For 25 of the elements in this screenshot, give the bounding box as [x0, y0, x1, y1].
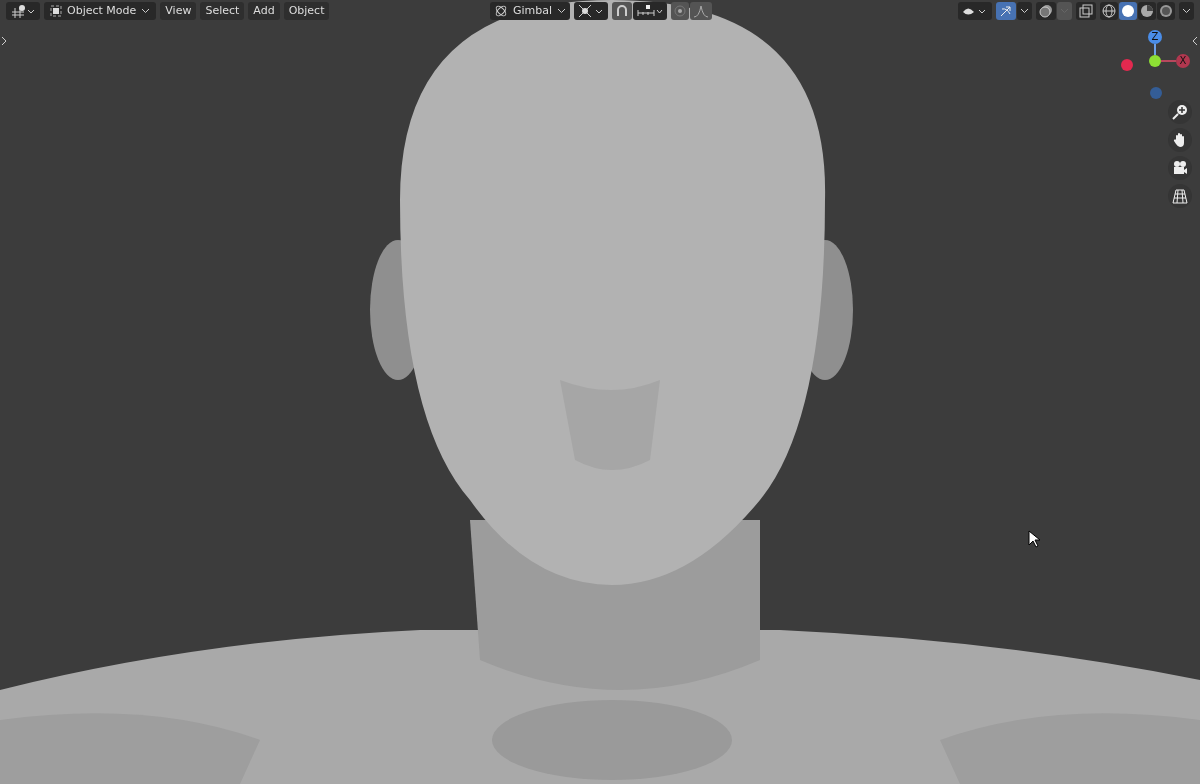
chevron-icon: [1182, 7, 1191, 14]
expand-right-icon[interactable]: [1192, 36, 1198, 46]
overlapping-circles-icon: [1039, 3, 1053, 18]
grid-icon: [1172, 188, 1188, 204]
pivot-dropdown-icon: [578, 3, 605, 18]
arrow-arc-icon: [999, 3, 1013, 18]
chevron-icon: [1020, 7, 1029, 14]
mouse-pointer-icon: [1028, 530, 1040, 548]
ring-sphere-icon: [1159, 3, 1173, 18]
axis-line: [1161, 60, 1176, 62]
expand-left-icon[interactable]: [1, 36, 7, 46]
overlapping-squares-icon: [1079, 3, 1093, 18]
gimbal-icon: [494, 3, 508, 18]
chevron-icon: [141, 7, 151, 14]
magnet-icon: [615, 3, 630, 18]
shaded-sphere-icon: [1140, 3, 1154, 18]
chevron-icon: [557, 7, 567, 14]
magnifier-plus-icon: [1172, 104, 1188, 120]
falloff-curve-icon: [693, 3, 710, 18]
wire-globe-icon: [1102, 3, 1116, 18]
cube-icon: [50, 4, 62, 17]
snap-increment-icon: [637, 3, 664, 18]
dot-circle-icon: [674, 4, 687, 17]
solid-circle-icon: [1121, 3, 1135, 18]
movie-camera-icon: [1172, 160, 1188, 176]
